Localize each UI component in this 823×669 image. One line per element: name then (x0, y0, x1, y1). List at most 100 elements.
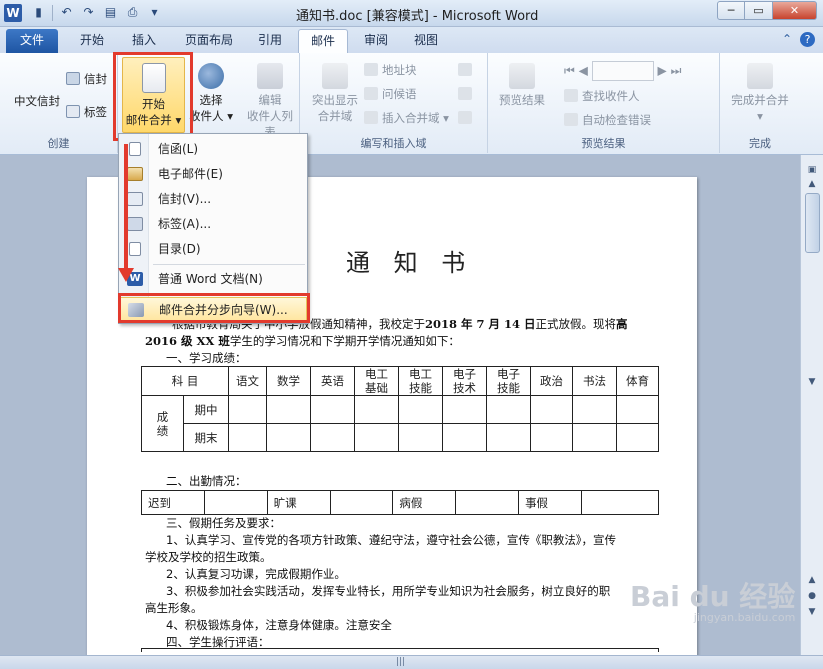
record-number-input[interactable] (591, 61, 654, 81)
next-record-icon[interactable]: ▶ (658, 64, 667, 78)
tab-page-layout[interactable]: 页面布局 (176, 29, 242, 53)
greeting-line-button[interactable]: 问候语 (364, 85, 417, 103)
score-cell[interactable] (486, 395, 531, 424)
score-cell[interactable] (530, 395, 573, 424)
previous-record-icon[interactable]: ◀ (579, 64, 588, 78)
undo-icon[interactable]: ↶ (58, 4, 75, 21)
previous-page-icon[interactable]: ▲ (804, 575, 820, 589)
ruler-toggle-icon[interactable]: ▣ (804, 165, 820, 179)
tab-mailings[interactable]: 邮件 (298, 29, 348, 53)
tab-references[interactable]: 引用 (250, 29, 290, 53)
menu-item-letters[interactable]: 信函(L) (119, 137, 307, 161)
title-bar: W ▮ ↶ ↷ ▤ ⎙ ▾ 通知书.doc [兼容模式] - Microsoft… (0, 0, 823, 27)
score-cell[interactable] (354, 423, 399, 452)
score-cell[interactable] (572, 423, 617, 452)
find-recipient-label: 查找收件人 (582, 89, 640, 103)
scroll-up-icon[interactable]: ▲ (804, 179, 820, 193)
address-block-button[interactable]: 地址块 (364, 61, 417, 79)
score-row-label: 期末 (183, 423, 229, 452)
auto-check-errors-button[interactable]: 自动检查错误 (564, 111, 651, 129)
print-icon[interactable]: ⎙ (124, 4, 141, 21)
scrollbar-thumb[interactable] (805, 193, 820, 253)
finish-merge-icon (747, 63, 773, 89)
preview-results-button[interactable]: 预览结果 (494, 63, 550, 108)
score-cell[interactable] (266, 395, 311, 424)
minimize-button[interactable]: ─ (717, 1, 745, 20)
word-app-icon[interactable]: W (4, 4, 22, 22)
comment-box[interactable] (141, 648, 659, 652)
finish-merge-button[interactable]: 完成并合并 ▾ (724, 63, 796, 124)
attendance-label: 事假 (518, 490, 582, 515)
close-button[interactable]: ✕ (773, 1, 817, 20)
insert-field-icon (364, 111, 378, 124)
select-recipients-line2: 收件人 (189, 109, 224, 123)
browse-object-icon[interactable]: ● (804, 591, 820, 605)
score-cell[interactable] (228, 423, 267, 452)
collapse-ribbon-icon[interactable]: ⌃ (782, 32, 792, 47)
attendance-row: 迟到 旷课 病假 事假 (141, 490, 660, 515)
labels-button[interactable]: 标签 (66, 103, 107, 121)
score-cell[interactable] (616, 423, 659, 452)
attendance-cell[interactable] (329, 490, 394, 515)
match-fields-icon (458, 87, 472, 100)
attendance-cell[interactable] (203, 490, 268, 515)
chinese-envelope-button[interactable]: 中文信封 (8, 93, 66, 109)
menu-item-envelopes[interactable]: 信封(V)... (119, 187, 307, 211)
score-cell[interactable] (398, 423, 443, 452)
labels-icon (127, 217, 143, 231)
update-labels-button[interactable] (458, 109, 476, 127)
score-cell[interactable] (266, 423, 311, 452)
attendance-table: 迟到 旷课 病假 事假 (141, 490, 660, 515)
attendance-cell[interactable] (455, 490, 520, 515)
first-record-icon[interactable]: ⏮ (564, 64, 575, 78)
highlight-merge-fields-button[interactable]: 突出显示 合并域 (308, 63, 362, 124)
menu-item-email[interactable]: 电子邮件(E) (119, 162, 307, 186)
find-recipient-button[interactable]: 查找收件人 (564, 87, 640, 105)
next-page-icon[interactable]: ▼ (804, 607, 820, 621)
vertical-scrollbar[interactable]: ▣ ▲ ▼ ▲ ● ▼ (800, 155, 823, 655)
score-cell[interactable] (310, 423, 355, 452)
tab-file[interactable]: 文件 (6, 29, 58, 53)
edit-recipient-list-button[interactable]: 编辑 收件人列表 (242, 63, 298, 140)
print-preview-icon[interactable]: ▤ (102, 4, 119, 21)
resize-grip-icon[interactable]: ||| (396, 657, 405, 667)
score-row-final: 期末 (142, 423, 659, 452)
tab-review[interactable]: 审阅 (356, 29, 396, 53)
task-3-cont: 高生形象。 (145, 601, 203, 615)
save-icon[interactable]: ▮ (30, 4, 47, 21)
score-cell[interactable] (228, 395, 267, 424)
score-cell[interactable] (530, 423, 573, 452)
score-cell[interactable] (310, 395, 355, 424)
last-record-icon[interactable]: ⏭ (671, 64, 682, 78)
attendance-cell[interactable] (580, 490, 660, 515)
score-cell[interactable] (398, 395, 443, 424)
score-cell[interactable] (442, 423, 487, 452)
menu-item-labels[interactable]: 标签(A)... (119, 212, 307, 236)
restore-button[interactable]: ▭ (745, 1, 773, 20)
record-navigation: ⏮ ◀ ▶ ⏭ (564, 61, 682, 81)
customize-toolbar-icon[interactable]: ▾ (146, 4, 163, 21)
insert-merge-field-button[interactable]: 插入合并域 ▾ (364, 109, 449, 127)
menu-item-label: 信封(V)... (158, 192, 212, 206)
tab-view[interactable]: 视图 (406, 29, 446, 53)
redo-icon[interactable]: ↷ (80, 4, 97, 21)
scroll-down-icon[interactable]: ▼ (804, 377, 820, 391)
score-cell[interactable] (616, 395, 659, 424)
score-cell[interactable] (354, 395, 399, 424)
envelope-button[interactable]: 信封 (66, 70, 107, 88)
group-create-label: 创建 (47, 137, 70, 150)
select-recipients-button[interactable]: 选择 收件人 ▾ (186, 63, 236, 124)
score-cell[interactable] (572, 395, 617, 424)
help-icon[interactable]: ? (800, 32, 815, 47)
tab-home[interactable]: 开始 (70, 29, 114, 53)
score-table: 科 目 语文 数学 英语 电工 基础 电工 技能 电子 技术 电子 技能 政治 … (141, 366, 659, 452)
tab-insert[interactable]: 插入 (122, 29, 166, 53)
attendance-label: 旷课 (266, 490, 331, 515)
rules-button[interactable] (458, 61, 476, 79)
match-fields-button[interactable] (458, 85, 476, 103)
score-cell[interactable] (442, 395, 487, 424)
group-create: 中文信封 信封 标签 创建 (0, 53, 118, 153)
score-cell[interactable] (486, 423, 531, 452)
menu-item-normal-word-document[interactable]: W 普通 Word 文档(N) (119, 267, 307, 291)
menu-item-directory[interactable]: 目录(D) (119, 237, 307, 261)
